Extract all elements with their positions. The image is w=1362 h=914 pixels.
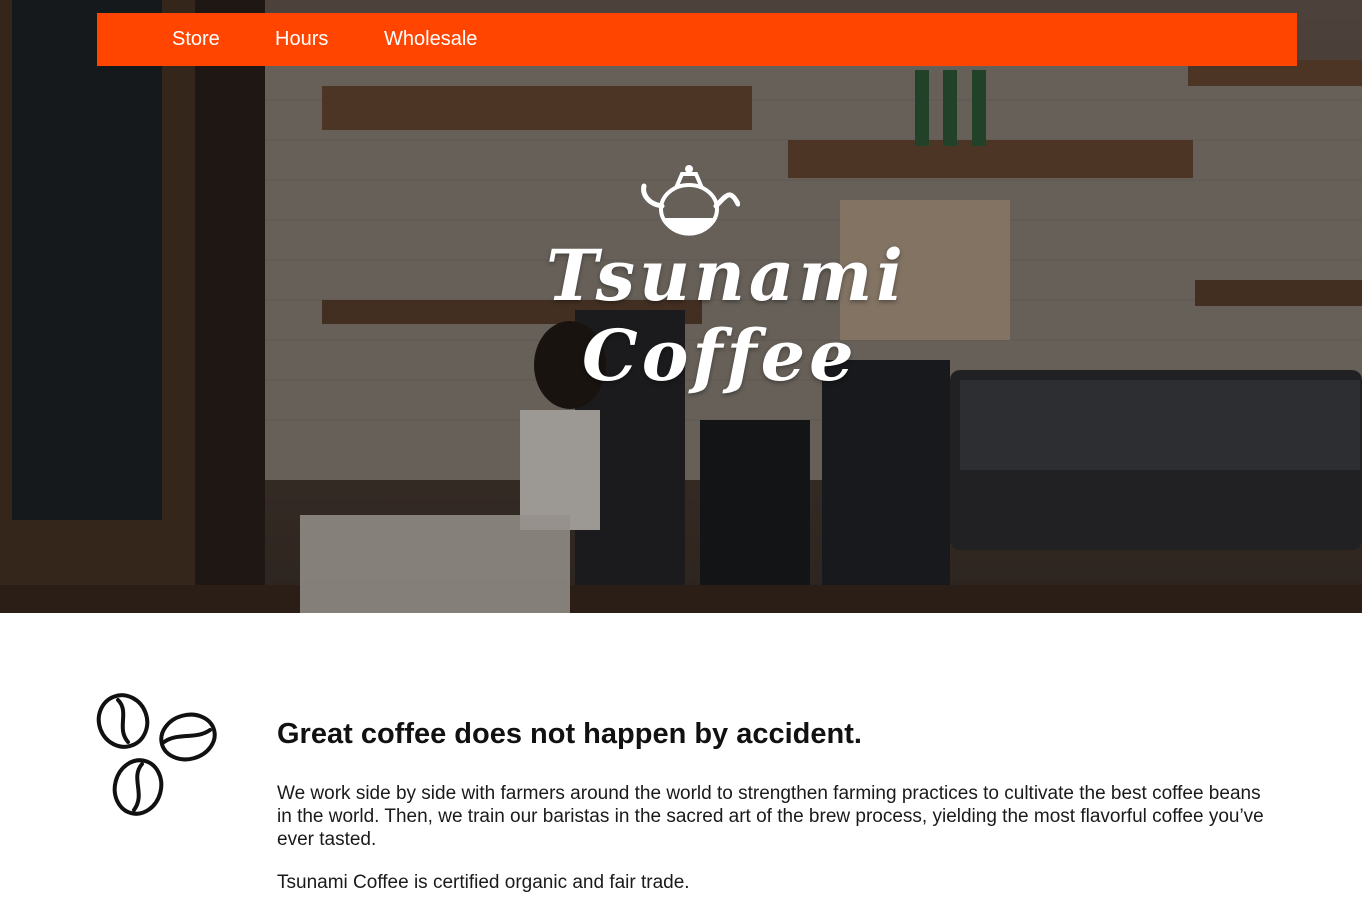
nav-link-hours[interactable]: Hours bbox=[275, 27, 328, 51]
kettle-icon bbox=[641, 165, 740, 236]
brand-name-line-1: Tsunami bbox=[546, 234, 907, 317]
brand-name-line-2: Coffee bbox=[582, 314, 858, 397]
hero-banner: Store Hours Wholesale Tsunami Coffee bbox=[0, 0, 1362, 613]
about-section: Great coffee does not happen by accident… bbox=[277, 712, 1267, 914]
coffee-beans-icon bbox=[96, 693, 217, 816]
nav-link-store[interactable]: Store bbox=[172, 27, 220, 51]
section-heading: Great coffee does not happen by accident… bbox=[277, 718, 862, 750]
nav-link-wholesale[interactable]: Wholesale bbox=[384, 27, 477, 51]
about-paragraph-1: We work side by side with farmers around… bbox=[277, 783, 1264, 850]
about-paragraph-2: Tsunami Coffee is certified organic and … bbox=[277, 872, 690, 893]
top-navigation: Store Hours Wholesale bbox=[97, 13, 1297, 66]
